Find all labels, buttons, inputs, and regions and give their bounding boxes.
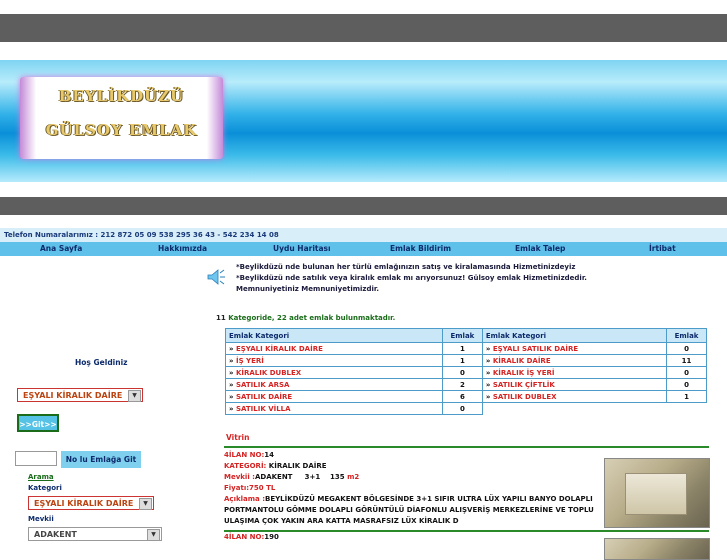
header-count: Emlak: [441, 328, 483, 343]
listing-photo[interactable]: [604, 538, 710, 560]
nav-property-request[interactable]: Emlak Talep: [515, 242, 565, 256]
size-value: 135: [330, 473, 345, 481]
intro-line: Memnuniyetiniz Memnuniyetimizdir.: [236, 285, 380, 293]
divider-bar: [0, 197, 727, 215]
welcome-text: Hoş Geldiniz: [75, 358, 128, 367]
category-count-cell: 2: [441, 378, 483, 391]
category-count-cell: 1: [666, 390, 707, 403]
count-text: Kategoride, 22 adet emlak bulunmaktadır.: [228, 314, 396, 322]
mevkii-value: ADAKENT: [254, 473, 293, 481]
nav-about[interactable]: Hakkımızda: [158, 242, 207, 256]
intro-line: *Beylikdüzü nde satılık veya kiralık eml…: [236, 274, 587, 282]
divider: [224, 446, 709, 448]
kategori-label: Kategori: [28, 484, 62, 492]
intro-line: *Beylikdüzü nde bulunan her türlü emlağı…: [236, 263, 576, 271]
phone-numbers: Telefon Numaralarımız : 212 872 05 09 53…: [0, 228, 727, 242]
ilan-no: 14: [264, 451, 275, 459]
category-count-cell: 0: [441, 366, 483, 379]
category-link[interactable]: » SATILIK DAİRE: [225, 390, 443, 403]
vitrin-label: Vitrin: [226, 433, 250, 442]
category-link[interactable]: » SATILIK ÇİFTLİK: [481, 378, 668, 391]
speaker-icon: [207, 269, 225, 285]
ilan-label: 4İLAN NO:: [224, 533, 265, 541]
category-link[interactable]: » KİRALIK İŞ YERİ: [481, 366, 668, 379]
header-cat: Emlak Kategori: [481, 328, 668, 343]
nav-contact[interactable]: İrtibat: [649, 242, 676, 256]
category-select[interactable]: EŞYALI KİRALIK DAİRE ▼: [17, 388, 143, 402]
aciklama-label: Açıklama :: [224, 495, 265, 503]
category-count: 11 Kategoride, 22 adet emlak bulunmaktad…: [216, 314, 395, 322]
aciklama-value: BEYLİKDÜZÜ MEGAKENT BÖLGESİNDE 3+1 SIFIR…: [224, 495, 594, 525]
nav-satellite-map[interactable]: Uydu Haritası: [273, 242, 331, 256]
category-link[interactable]: » EŞYALI KİRALIK DAİRE: [225, 342, 443, 355]
category-link[interactable]: » EŞYALI SATILIK DAİRE: [481, 342, 668, 355]
ilan-label: 4İLAN NO:: [224, 451, 265, 459]
category-count-cell: 1: [441, 354, 483, 367]
category-count-cell: 1: [441, 342, 483, 355]
category-count-cell: 11: [666, 354, 707, 367]
mevkii-label: Mevkii: [28, 515, 54, 523]
ilan-no: 190: [264, 533, 279, 541]
kategori-value: KİRALIK DAİRE: [266, 462, 327, 470]
location-select[interactable]: ADAKENT ▼: [28, 527, 162, 541]
nav-property-report[interactable]: Emlak Bildirim: [390, 242, 451, 256]
rooms-value: 3+1: [304, 473, 321, 481]
category-count-cell: 6: [441, 390, 483, 403]
category-count-cell: 0: [666, 342, 707, 355]
kategori-label: KATEGORİ:: [224, 462, 267, 470]
chevron-down-icon: ▼: [128, 390, 141, 402]
count-prefix: 11: [216, 314, 226, 322]
top-strip: [0, 0, 727, 44]
category-link[interactable]: » KİRALIK DUBLEX: [225, 366, 443, 379]
category-link[interactable]: » SATILIK ARSA: [225, 378, 443, 391]
go-button[interactable]: >>Git>>: [17, 414, 59, 432]
category-link[interactable]: » SATILIK DUBLEX: [481, 390, 668, 403]
listing-number-input[interactable]: [15, 451, 57, 466]
chevron-down-icon: ▼: [139, 498, 152, 510]
logo-line1: BEYLİKDÜZÜ: [58, 87, 185, 105]
category-count-cell: 0: [666, 378, 707, 391]
intro-text: *Beylikdüzü nde bulunan her türlü emlağı…: [236, 262, 616, 295]
search-link[interactable]: Arama: [28, 473, 54, 481]
mevkii-label: Mevkii :: [224, 473, 255, 481]
search-category-select[interactable]: EŞYALI KİRALIK DAİRE ▼: [28, 496, 154, 510]
fiyat-value: 750 TL: [249, 484, 276, 492]
category-count-cell: 0: [666, 366, 707, 379]
listing-photo[interactable]: [604, 458, 710, 528]
category-link[interactable]: » SATILIK VİLLA: [225, 402, 443, 415]
main-nav: Ana Sayfa Hakkımızda Uydu Haritası Emlak…: [0, 242, 727, 256]
chevron-down-icon: ▼: [147, 529, 160, 541]
fiyat-label: Fiyatı:: [224, 484, 250, 492]
go-to-listing-button[interactable]: No lu Emlağa Git: [61, 451, 141, 468]
category-link[interactable]: » KİRALIK DAİRE: [481, 354, 668, 367]
size-unit: m2: [347, 473, 360, 481]
header-cat: Emlak Kategori: [225, 328, 443, 343]
header-count: Emlak: [666, 328, 707, 343]
site-logo[interactable]: BEYLİKDÜZÜ GÜLSOY EMLAK: [20, 77, 223, 159]
category-link[interactable]: » İŞ YERİ: [225, 354, 443, 367]
category-table: Emlak Kategori Emlak Emlak Kategori Emla…: [225, 328, 707, 415]
logo-line2: GÜLSOY EMLAK: [45, 121, 198, 139]
nav-home[interactable]: Ana Sayfa: [40, 242, 82, 256]
category-count-cell: 0: [441, 402, 483, 415]
